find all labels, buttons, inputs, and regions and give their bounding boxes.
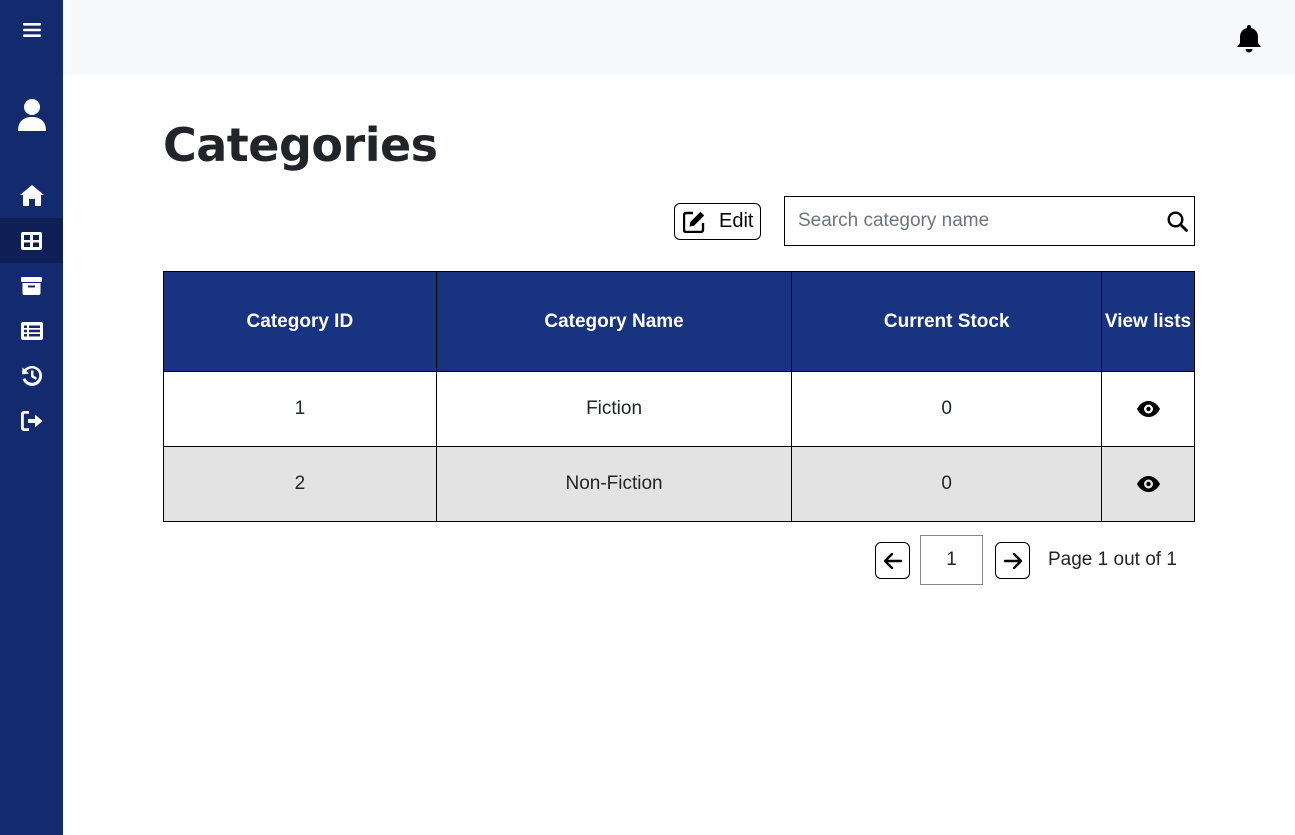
sidebar-item-categories[interactable] bbox=[0, 218, 63, 263]
edit-button-label: Edit bbox=[719, 210, 754, 232]
current-stock-cell: 0 bbox=[791, 446, 1103, 522]
logout-icon bbox=[20, 410, 42, 431]
table-icon bbox=[21, 231, 42, 250]
menu-icon[interactable] bbox=[0, 12, 63, 48]
page-status-text: Page 1 out of 1 bbox=[1048, 549, 1177, 570]
arrow-right-icon bbox=[1003, 552, 1022, 569]
search-button[interactable] bbox=[1160, 197, 1194, 245]
category-id-cell: 2 bbox=[163, 446, 437, 522]
column-header-view-lists: View lists bbox=[1101, 271, 1195, 372]
table-row: 2 Non-Fiction 0 bbox=[163, 446, 1195, 522]
column-header-category-id[interactable]: Category ID bbox=[163, 271, 437, 372]
archive-icon bbox=[21, 276, 42, 295]
column-header-category-name[interactable]: Category Name bbox=[435, 271, 793, 372]
search-box bbox=[784, 196, 1195, 246]
sidebar bbox=[0, 0, 63, 835]
edit-button[interactable]: Edit bbox=[674, 203, 761, 240]
history-icon bbox=[21, 365, 42, 386]
sidebar-item-archive[interactable] bbox=[0, 263, 63, 308]
eye-icon[interactable] bbox=[1136, 475, 1160, 492]
current-stock-cell: 0 bbox=[791, 371, 1103, 447]
category-name-cell: Fiction bbox=[435, 371, 793, 447]
sidebar-item-logout[interactable] bbox=[0, 398, 63, 443]
page-title: Categories bbox=[163, 118, 438, 172]
previous-page-button[interactable] bbox=[875, 542, 910, 579]
category-name-cell: Non-Fiction bbox=[435, 446, 793, 522]
eye-icon[interactable] bbox=[1136, 400, 1160, 417]
list-icon bbox=[20, 321, 43, 340]
column-header-current-stock[interactable]: Current Stock bbox=[791, 271, 1103, 372]
next-page-button[interactable] bbox=[995, 542, 1030, 579]
table-row: 1 Fiction 0 bbox=[163, 371, 1195, 447]
top-bar bbox=[63, 0, 1295, 75]
arrow-left-icon bbox=[883, 552, 902, 569]
sidebar-item-list[interactable] bbox=[0, 308, 63, 353]
categories-table: Category ID Category Name Current Stock … bbox=[163, 271, 1195, 522]
search-icon bbox=[1166, 210, 1188, 232]
sidebar-item-history[interactable] bbox=[0, 353, 63, 398]
sidebar-item-home[interactable] bbox=[0, 173, 63, 218]
bell-icon[interactable] bbox=[1236, 25, 1262, 53]
view-lists-cell bbox=[1101, 446, 1195, 522]
search-input[interactable] bbox=[785, 197, 1160, 245]
view-lists-cell bbox=[1101, 371, 1195, 447]
category-id-cell: 1 bbox=[163, 371, 437, 447]
table-header-row: Category ID Category Name Current Stock … bbox=[163, 271, 1195, 372]
home-icon bbox=[19, 185, 44, 206]
page-number-input[interactable] bbox=[920, 535, 983, 585]
user-icon[interactable] bbox=[0, 95, 63, 135]
edit-icon bbox=[683, 211, 705, 233]
